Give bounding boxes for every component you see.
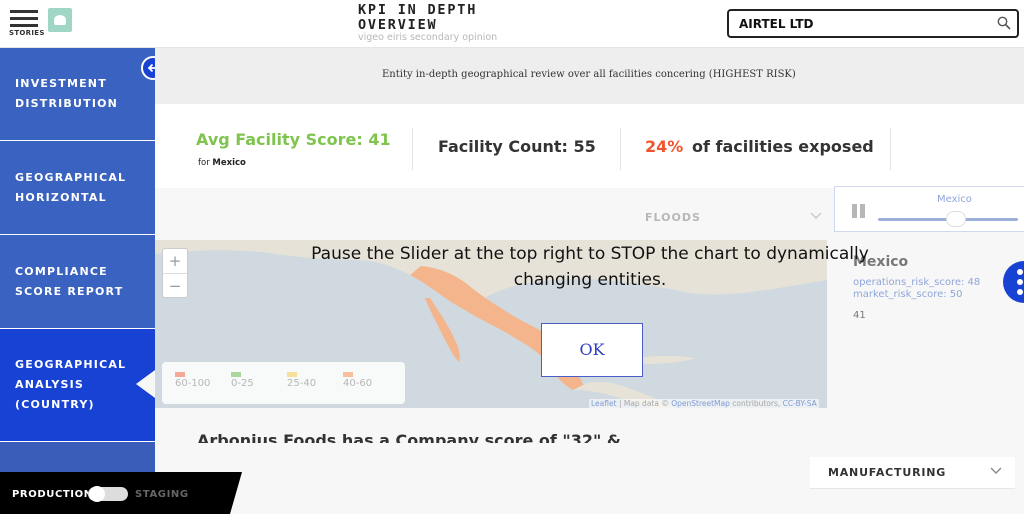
active-indicator — [136, 370, 155, 398]
license-link[interactable]: CC-BY-SA — [783, 399, 817, 408]
chevron-down-icon[interactable] — [810, 212, 822, 220]
legend-label-25-40: 25-40 — [287, 378, 317, 389]
page-subtitle: vigeo eiris secondary opinion — [358, 32, 498, 43]
exposure-label: of facilities exposed — [692, 137, 874, 156]
entity-search[interactable] — [727, 9, 1019, 38]
kpi-divider — [620, 128, 621, 170]
slider-thumb[interactable] — [946, 211, 966, 227]
legend-swatch-25-40 — [287, 372, 297, 377]
legend-label-60-100: 60-100 — [175, 378, 211, 389]
sector-label: MANUFACTURING — [828, 466, 947, 479]
legend-label-40-60: 40-60 — [343, 378, 373, 389]
zoom-out-button[interactable]: − — [163, 273, 187, 297]
sidebar-item-investment-distribution[interactable]: INVESTMENT DISTRIBUTION — [0, 48, 155, 141]
entity-description: Entity in-depth geographical review over… — [382, 69, 796, 80]
avg-score-country: for Mexico — [198, 158, 246, 168]
sidebar-item-geographical-analysis[interactable]: GEOGRAPHICAL ANALYSIS (COUNTRY) — [0, 329, 155, 442]
map-attribution: Leaflet | Map data © OpenStreetMap contr… — [589, 399, 819, 408]
stories-label[interactable]: STORIES — [9, 29, 45, 37]
staging-label: STAGING — [135, 489, 189, 500]
hamburger-menu-icon[interactable] — [10, 10, 38, 31]
info-score-value: 41 — [853, 310, 866, 321]
sidebar-item-compliance-score-report[interactable]: COMPLIANCE SCORE REPORT — [0, 235, 155, 329]
legend-swatch-0-25 — [231, 372, 241, 377]
company-summary: Arbonius Foods has a Company score of "3… — [197, 431, 621, 443]
entity-search-input[interactable] — [739, 15, 979, 32]
ok-button[interactable]: OK — [541, 323, 643, 377]
legend-swatch-40-60 — [343, 372, 353, 377]
app-root: STORIES KPI IN DEPTH OVERVIEW vigeo eiri… — [0, 0, 1024, 514]
kpi-divider — [890, 128, 891, 170]
dialog-message: Pause the Slider at the top right to STO… — [311, 244, 869, 290]
slider-country-label: Mexico — [937, 194, 972, 205]
sidebar-item-geographical-horizontal[interactable]: GEOGRAPHICAL HORIZONTAL — [0, 141, 155, 235]
legend-label-0-25: 0-25 — [231, 378, 254, 389]
pause-icon[interactable] — [852, 204, 866, 218]
toggle-knob[interactable] — [89, 486, 105, 502]
zoom-in-button[interactable]: + — [163, 249, 187, 273]
brand-logo — [48, 8, 72, 32]
map-zoom-control: + − — [162, 248, 188, 298]
production-label: PRODUCTION — [12, 489, 93, 500]
facility-count: Facility Count: 55 — [438, 137, 596, 156]
hazard-dropdown[interactable]: FLOODS — [645, 211, 701, 224]
leaflet-link[interactable]: Leaflet — [591, 399, 617, 408]
kpi-divider — [412, 128, 413, 170]
chevron-down-icon[interactable] — [990, 467, 1002, 475]
legend-swatch-60-100 — [175, 372, 185, 377]
exposure-percent: 24% — [645, 137, 684, 156]
avg-facility-score: Avg Facility Score: 41 — [196, 130, 391, 149]
osm-link[interactable]: OpenStreetMap — [671, 399, 730, 408]
page-title: KPI IN DEPTH OVERVIEW — [358, 2, 478, 33]
top-header: STORIES KPI IN DEPTH OVERVIEW vigeo eiri… — [0, 0, 1024, 48]
search-icon[interactable] — [997, 16, 1011, 30]
